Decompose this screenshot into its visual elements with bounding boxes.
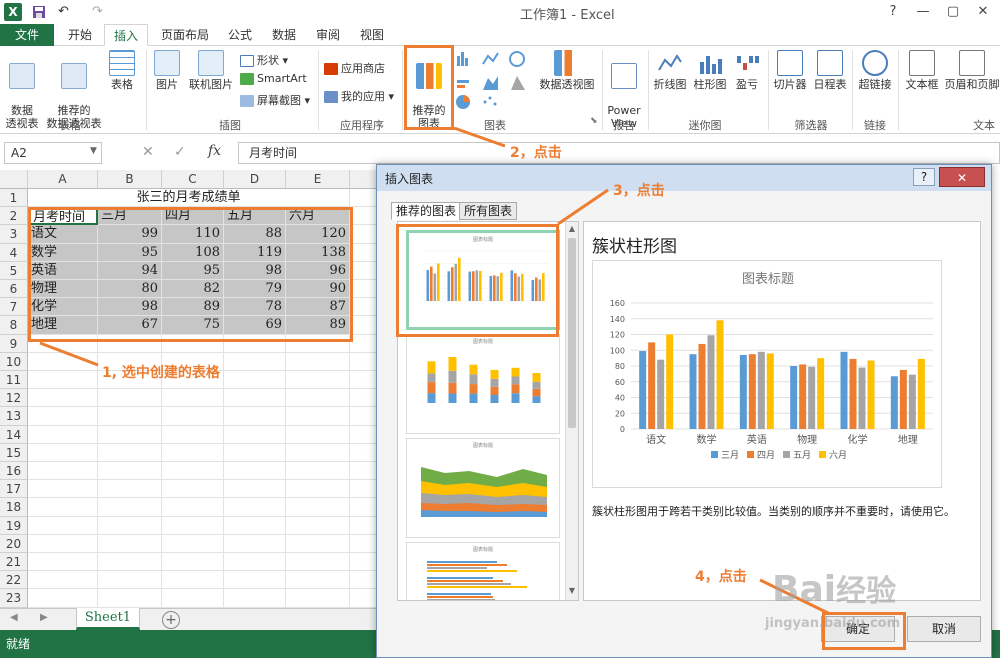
- watermark-brand2: 经验: [836, 574, 897, 609]
- annotation-step1: 1, 选中创建的表格: [102, 365, 220, 381]
- arrow-step3: [557, 188, 609, 226]
- annotation-step2: 2，点击: [510, 145, 562, 161]
- annotation-arrows: [39, 126, 831, 616]
- watermark-brand: Bai: [772, 569, 837, 610]
- watermark-url: jingyan.baidu.com: [765, 616, 901, 631]
- annotation-step4: 4，点击: [695, 569, 747, 585]
- arrow-step1: [39, 341, 99, 367]
- annotation-step3: 3，点击: [613, 183, 665, 199]
- watermark-logo: Bai经验: [772, 566, 896, 610]
- arrow-step2: [453, 126, 506, 148]
